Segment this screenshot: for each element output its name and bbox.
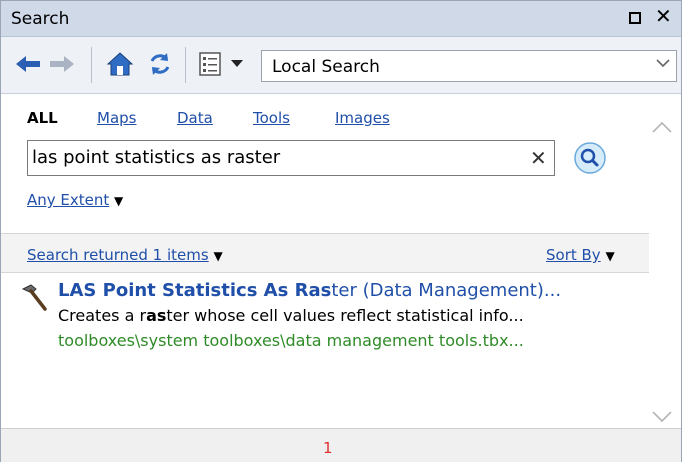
hammer-icon: [19, 283, 49, 313]
result-title-match: LAS Point Statistics As Ras: [58, 280, 332, 301]
search-window: Search ✕ Local Search ALL Maps Data Tool…: [0, 0, 682, 462]
results-summary: Search returned 1 items: [27, 246, 209, 264]
tab-all[interactable]: ALL: [27, 109, 58, 127]
result-path: toolboxes\system toolboxes\data manageme…: [58, 331, 524, 350]
extent-label: Any Extent: [27, 191, 110, 209]
forward-arrow-icon: [47, 49, 77, 79]
results-summary-dropdown[interactable]: Search returned 1 items ▼: [27, 246, 223, 264]
caret-down-icon: ▼: [114, 194, 124, 208]
refresh-icon[interactable]: [145, 49, 175, 79]
pager: 1: [1, 428, 681, 462]
search-button[interactable]: [574, 142, 606, 174]
results-header: Search returned 1 items ▼ Sort By ▼: [1, 233, 649, 273]
toolbar: Local Search: [1, 37, 681, 94]
list-item[interactable]: LAS Point Statistics As Raster (Data Man…: [1, 273, 649, 365]
tab-tools[interactable]: Tools: [253, 109, 290, 127]
tab-maps[interactable]: Maps: [97, 109, 136, 127]
close-icon[interactable]: ✕: [655, 6, 672, 26]
search-source-value: Local Search: [272, 57, 380, 77]
extent-dropdown[interactable]: Any Extent ▼: [27, 191, 123, 209]
result-desc-part: ter whose cell values reflect statistica…: [166, 306, 524, 325]
toolbar-separator: [185, 47, 186, 83]
search-input[interactable]: las point statistics as raster ✕: [27, 140, 555, 176]
dropdown-arrow-icon[interactable]: [227, 49, 247, 79]
window-title: Search: [11, 9, 70, 29]
toolbar-separator: [91, 47, 92, 83]
sort-by-label: Sort By: [546, 246, 601, 264]
search-source-select[interactable]: Local Search: [261, 50, 677, 82]
tab-images[interactable]: Images: [335, 109, 390, 127]
result-title-rest: ter (Data Management)...: [331, 280, 562, 301]
sort-by-dropdown[interactable]: Sort By ▼: [546, 246, 615, 264]
chevron-down-icon[interactable]: [656, 56, 670, 72]
tab-data[interactable]: Data: [177, 109, 213, 127]
clear-search-icon[interactable]: ✕: [530, 146, 547, 170]
home-icon[interactable]: [105, 49, 135, 79]
result-desc-part: Creates a r: [58, 306, 147, 325]
result-description: Creates a raster whose cell values refle…: [58, 306, 524, 325]
restore-icon[interactable]: [629, 12, 641, 24]
search-query-text: las point statistics as raster: [32, 147, 281, 168]
title-bar: Search ✕: [1, 1, 681, 37]
caret-down-icon: ▼: [605, 249, 615, 263]
result-title[interactable]: LAS Point Statistics As Raster (Data Man…: [58, 280, 561, 301]
back-arrow-icon[interactable]: [13, 49, 43, 79]
page-number[interactable]: 1: [323, 439, 333, 457]
scroll-up-icon[interactable]: [651, 119, 673, 138]
result-desc-match: as: [146, 306, 167, 325]
scroll-down-icon[interactable]: [651, 409, 673, 428]
caret-down-icon: ▼: [213, 249, 223, 263]
list-view-icon[interactable]: [195, 49, 225, 79]
